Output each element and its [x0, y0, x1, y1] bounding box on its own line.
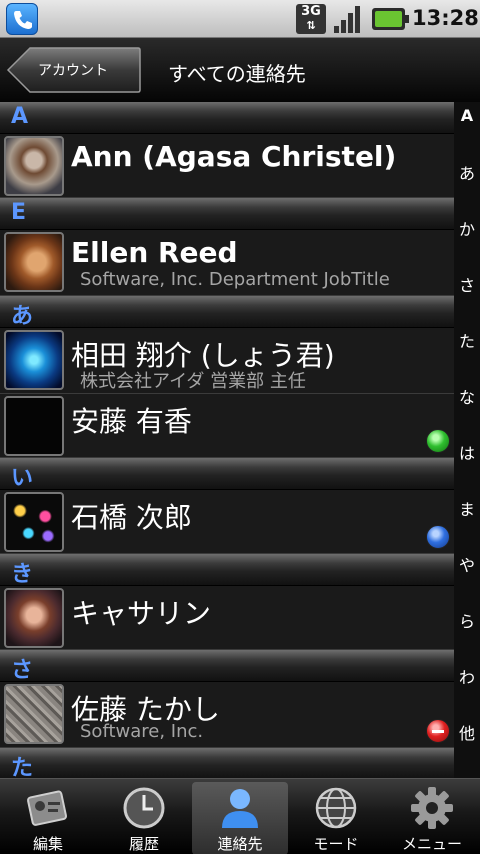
contact-row[interactable]: Ann (Agasa Christel): [0, 134, 454, 198]
gear-icon: [411, 787, 453, 829]
contact-subtitle: Software, Inc.: [80, 721, 204, 742]
contact-name: キャサリン: [71, 597, 212, 630]
avatar: [4, 396, 64, 456]
section-header-ta: た: [0, 748, 454, 778]
contact-row[interactable]: 石橋 次郎: [0, 490, 454, 554]
phone-notification-icon[interactable]: [6, 3, 38, 35]
person-icon: [222, 789, 258, 828]
tab-contacts[interactable]: 連絡先: [192, 782, 288, 854]
avatar: [4, 684, 64, 744]
contact-subtitle: 株式会社アイダ 営業部 主任: [80, 371, 306, 392]
contact-subtitle: Software, Inc. Department JobTitle: [80, 269, 390, 290]
page-title: すべての連絡先: [168, 62, 306, 86]
avatar: [4, 136, 64, 196]
index-letter[interactable]: か: [454, 216, 480, 240]
avatar: [4, 588, 64, 648]
data-arrows-icon: ⇅: [306, 19, 316, 32]
section-header-e: E: [0, 198, 454, 230]
alphabet-index-bar[interactable]: A あ か さ た な は ま や ら わ 他: [454, 102, 480, 778]
section-letter: あ: [11, 304, 34, 329]
index-letter[interactable]: A: [454, 106, 480, 125]
section-letter: た: [11, 756, 34, 778]
title-bar: アカウント すべての連絡先: [0, 38, 480, 102]
tab-label: モード: [313, 835, 359, 853]
contact-list[interactable]: A Ann (Agasa Christel) E Ellen Reed Soft…: [0, 102, 454, 778]
index-letter[interactable]: ま: [454, 496, 480, 520]
contact-name: 石橋 次郎: [71, 501, 192, 534]
section-letter: い: [11, 466, 34, 491]
avatar: [4, 492, 64, 552]
section-header-i: い: [0, 458, 454, 491]
avatar: [4, 330, 64, 390]
back-button-label: アカウント: [38, 63, 108, 79]
contact-row[interactable]: 佐藤 たかし Software, Inc.: [0, 682, 454, 748]
status-available-icon: [426, 429, 450, 453]
contact-row[interactable]: 安藤 有香: [0, 394, 454, 458]
tab-label: 編集: [32, 835, 63, 853]
status-busy-icon: [426, 719, 450, 743]
contact-row[interactable]: Ellen Reed Software, Inc. Department Job…: [0, 230, 454, 296]
contact-name: 安藤 有香: [71, 405, 192, 438]
battery-charging-icon: [372, 8, 409, 30]
contact-name: Ann (Agasa Christel): [71, 140, 397, 173]
section-header-ki: き: [0, 554, 454, 587]
signal-strength-icon: [334, 6, 360, 33]
contact-name: Ellen Reed: [71, 236, 238, 269]
section-header-a-hiragana: あ: [0, 296, 454, 329]
index-letter[interactable]: は: [454, 440, 480, 464]
index-letter[interactable]: な: [454, 384, 480, 408]
tab-menu[interactable]: メニュー: [384, 782, 480, 854]
globe-icon: [315, 787, 357, 829]
index-letter[interactable]: や: [454, 552, 480, 576]
index-letter[interactable]: さ: [454, 272, 480, 296]
tab-edit[interactable]: 編集: [0, 782, 96, 854]
section-header-sa: さ: [0, 650, 454, 683]
section-letter: き: [11, 562, 34, 587]
index-letter[interactable]: わ: [454, 664, 480, 688]
avatar: [4, 232, 64, 292]
tab-mode[interactable]: モード: [288, 782, 384, 854]
clock-icon: [123, 787, 165, 829]
back-button[interactable]: アカウント: [6, 46, 142, 94]
status-bar: 3G ⇅ 13:28: [0, 0, 480, 38]
section-letter: A: [11, 104, 29, 129]
index-letter[interactable]: 他: [454, 720, 480, 744]
contact-row[interactable]: 相田 翔介 (しょう君) 株式会社アイダ 営業部 主任: [0, 328, 454, 394]
status-online-icon: [426, 525, 450, 549]
contact-row[interactable]: キャサリン: [0, 586, 454, 650]
tab-label: 履歴: [128, 835, 159, 853]
network-label: 3G: [301, 4, 321, 19]
index-letter[interactable]: あ: [454, 160, 480, 184]
network-3g-icon: 3G ⇅: [296, 4, 326, 34]
tab-label: メニュー: [401, 835, 462, 853]
index-letter[interactable]: た: [454, 328, 480, 352]
section-letter: さ: [11, 658, 34, 683]
section-header-a: A: [0, 102, 454, 134]
edit-card-icon: [27, 790, 68, 826]
clock: 13:28: [412, 6, 479, 30]
bottom-tab-bar: 編集 履歴 連絡先 モード メニュー: [0, 778, 480, 854]
tab-history[interactable]: 履歴: [96, 782, 192, 854]
tab-label: 連絡先: [217, 835, 263, 853]
section-letter: E: [11, 200, 27, 225]
index-letter[interactable]: ら: [454, 608, 480, 632]
